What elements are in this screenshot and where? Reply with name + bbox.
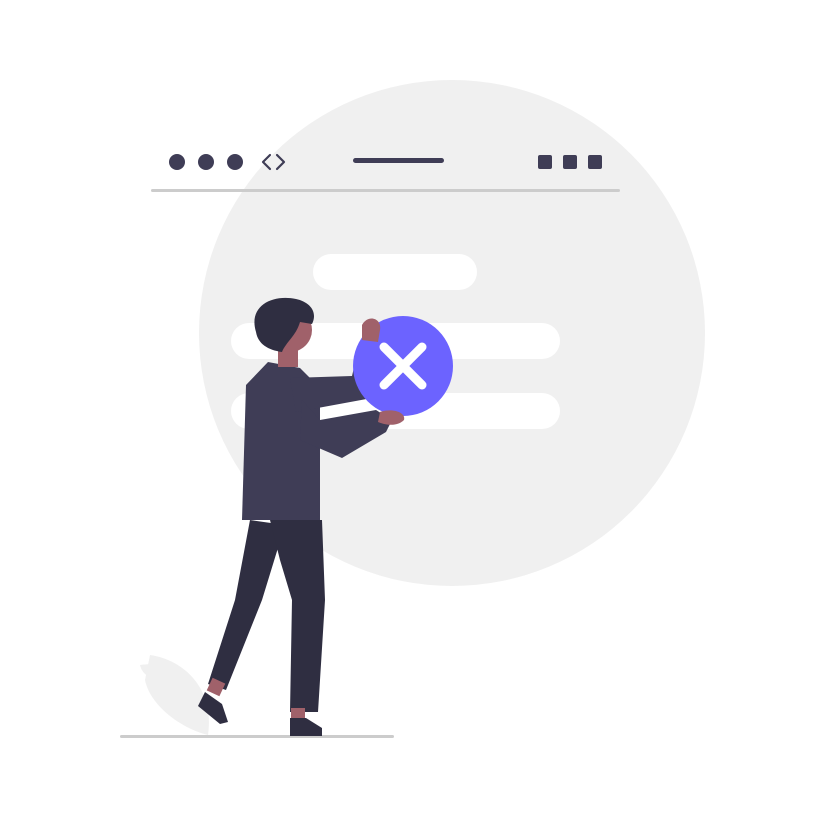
window-dot-1 xyxy=(169,154,185,170)
window-button-2 xyxy=(563,155,577,169)
browser-divider xyxy=(151,189,620,192)
person-front-shoe xyxy=(290,718,322,736)
leaf-decoration xyxy=(140,655,210,735)
window-button-3 xyxy=(588,155,602,169)
window-button-1 xyxy=(538,155,552,169)
address-bar-line xyxy=(353,158,444,163)
illustration-canvas xyxy=(0,0,826,819)
person-front-leg xyxy=(270,520,325,712)
person-upper-hand xyxy=(362,318,381,342)
ground-line xyxy=(120,735,394,738)
error-illustration xyxy=(120,80,705,738)
placeholder-bar-1 xyxy=(313,254,477,290)
person-back-leg xyxy=(208,520,285,690)
window-dot-3 xyxy=(227,154,243,170)
window-dot-2 xyxy=(198,154,214,170)
